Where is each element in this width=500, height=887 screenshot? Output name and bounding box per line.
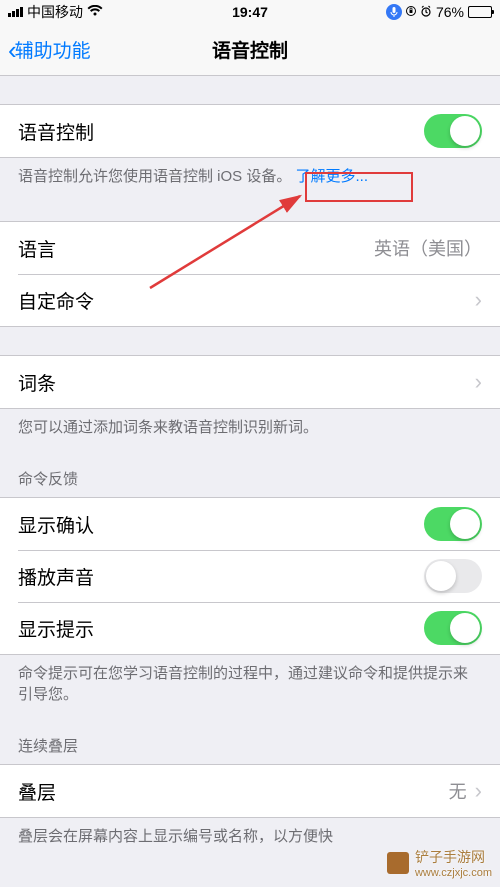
custom-commands-row[interactable]: 自定命令 ›	[0, 274, 500, 326]
row-label: 语音控制	[18, 118, 94, 145]
alarm-icon	[420, 4, 432, 20]
voice-control-toggle[interactable]	[424, 114, 482, 148]
overlay-header: 连续叠层	[0, 717, 500, 764]
nav-bar: ‹ 辅助功能 语音控制	[0, 24, 500, 76]
language-group: 语言 英语（美国） 自定命令 ›	[0, 221, 500, 327]
battery-pct: 76%	[436, 4, 464, 20]
chevron-right-icon: ›	[475, 289, 482, 311]
learn-more-link[interactable]: 了解更多...	[296, 168, 369, 185]
wifi-icon	[87, 4, 103, 20]
signal-icon	[8, 7, 23, 17]
row-label: 语言	[18, 235, 56, 262]
status-bar: 中国移动 19:47 76%	[0, 0, 500, 24]
show-hints-toggle[interactable]	[424, 611, 482, 645]
vocabulary-footer: 您可以通过添加词条来教语音控制识别新词。	[0, 409, 500, 450]
language-value: 英语（美国）	[374, 235, 482, 261]
carrier-label: 中国移动	[27, 2, 83, 22]
show-confirm-toggle[interactable]	[424, 507, 482, 541]
status-time: 19:47	[232, 4, 268, 20]
page-title: 语音控制	[212, 36, 288, 63]
row-label: 自定命令	[18, 287, 94, 314]
language-row[interactable]: 语言 英语（美国）	[0, 222, 500, 274]
vocabulary-row[interactable]: 词条 ›	[0, 356, 500, 408]
chevron-right-icon: ›	[475, 371, 482, 393]
feedback-group: 显示确认 播放声音 显示提示	[0, 497, 500, 655]
vocabulary-group: 词条 ›	[0, 355, 500, 409]
watermark: 铲子手游网 www.czjxjc.com	[387, 847, 492, 879]
feedback-footer: 命令提示可在您学习语音控制的过程中，通过建议命令和提供提示来引导您。	[0, 655, 500, 717]
voice-control-footer: 语音控制允许您使用语音控制 iOS 设备。 了解更多...	[0, 158, 500, 199]
watermark-url: www.czjxjc.com	[415, 867, 492, 879]
overlay-row[interactable]: 叠层 无 ›	[0, 765, 500, 817]
show-hints-row[interactable]: 显示提示	[0, 602, 500, 654]
show-confirm-row[interactable]: 显示确认	[0, 498, 500, 550]
row-label: 叠层	[18, 778, 56, 805]
row-label: 显示提示	[18, 615, 94, 642]
voice-control-row[interactable]: 语音控制	[0, 105, 500, 157]
play-sound-row[interactable]: 播放声音	[0, 550, 500, 602]
back-button[interactable]: ‹ 辅助功能	[8, 36, 91, 63]
chevron-right-icon: ›	[475, 780, 482, 802]
lock-icon	[406, 4, 416, 20]
feedback-header: 命令反馈	[0, 450, 500, 497]
watermark-logo-icon	[387, 852, 409, 874]
row-label: 显示确认	[18, 511, 94, 538]
battery-icon	[468, 6, 492, 18]
row-label: 词条	[18, 369, 56, 396]
voice-control-group: 语音控制	[0, 104, 500, 158]
row-label: 播放声音	[18, 563, 94, 590]
back-label: 辅助功能	[15, 36, 91, 63]
watermark-text: 铲子手游网	[415, 847, 492, 867]
overlay-value: 无	[449, 778, 467, 804]
play-sound-toggle[interactable]	[424, 559, 482, 593]
overlay-group: 叠层 无 ›	[0, 764, 500, 818]
mic-icon	[386, 4, 402, 20]
